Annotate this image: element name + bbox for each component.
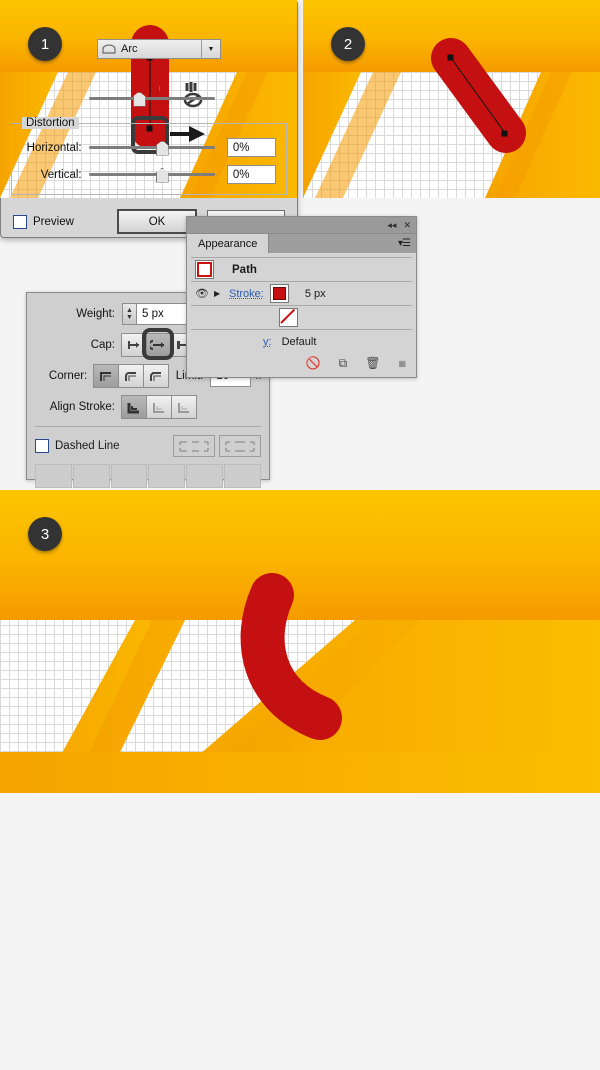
opacity-value: Default — [281, 335, 317, 348]
align-label: Align Stroke: — [49, 401, 115, 413]
corner-button-group[interactable] — [93, 364, 170, 388]
dash-cell[interactable] — [110, 464, 148, 488]
appearance-tabrow: Appearance ▾☰ — [187, 234, 416, 253]
resize-grip-icon[interactable]: ▦ — [398, 359, 406, 368]
distortion-horizontal-slider[interactable] — [88, 140, 215, 156]
appearance-panel[interactable]: ◂◂ ✕ Appearance ▾☰ Path 👁 ▶ Stroke: 5 px — [186, 216, 417, 378]
v-slider-track — [88, 173, 215, 176]
dash-cell[interactable] — [35, 464, 72, 488]
align-center-icon[interactable] — [121, 395, 147, 419]
appearance-opacity-row[interactable]: y: Default — [191, 330, 412, 353]
v-slider-knob[interactable] — [155, 167, 169, 183]
align-button-group[interactable] — [121, 395, 197, 419]
preview-toggle[interactable]: Preview — [13, 214, 74, 229]
stroke-attribute-label[interactable]: Stroke: — [229, 288, 264, 300]
tutorial-stage: 1 2 Weight: ▲▼ 5 px ▼ — [0, 0, 600, 1070]
distortion-vertical-row: Vertical: 0% — [22, 165, 276, 184]
dash-cell[interactable] — [148, 464, 186, 488]
bevel-join-icon[interactable] — [143, 364, 170, 388]
appearance-fill-row[interactable] — [191, 306, 412, 330]
style-value: Arc — [121, 43, 138, 55]
panel-menu-icon[interactable]: ▾☰ — [398, 238, 411, 249]
dashed-line-checkbox[interactable] — [35, 439, 49, 453]
step3-warped-stroke — [240, 573, 342, 740]
distortion-legend: Distortion — [22, 117, 79, 129]
distortion-vertical-input[interactable]: 0% — [226, 165, 276, 184]
dash-gap-inputs[interactable] — [35, 464, 261, 488]
step3-artboard: 3 — [0, 490, 600, 793]
appearance-stroke-row[interactable]: 👁 ▶ Stroke: 5 px — [191, 282, 412, 306]
distortion-section: Distortion Horizontal: 0% Vertical: 0% — [11, 117, 287, 195]
weight-label: Weight: — [76, 308, 115, 320]
miter-join-icon[interactable] — [93, 364, 120, 388]
bend-slider-tick — [158, 85, 160, 91]
object-thumbnail-icon — [195, 260, 214, 279]
visibility-eye-icon[interactable]: 👁 — [195, 287, 209, 300]
close-icon[interactable]: ✕ — [403, 220, 411, 230]
fill-none-swatch-icon[interactable] — [279, 308, 298, 327]
delete-item-icon[interactable]: 🗑 — [365, 356, 380, 370]
dash-cell[interactable] — [186, 464, 224, 488]
dash-cell[interactable] — [72, 464, 110, 488]
round-cap-icon[interactable] — [142, 328, 174, 360]
tab-appearance[interactable]: Appearance — [187, 234, 270, 253]
panel-divider — [35, 426, 261, 427]
step-badge-3: 3 — [28, 517, 62, 551]
corner-label: Corner: — [48, 370, 88, 382]
dashed-line-row: Dashed Line — [35, 435, 261, 457]
style-dropdown-icon[interactable]: ▼ — [201, 40, 220, 58]
collapse-icon[interactable]: ◂◂ — [387, 220, 396, 230]
distortion-vertical-slider[interactable] — [88, 167, 215, 183]
distortion-vertical-label: Vertical: — [40, 168, 82, 181]
stroke-weight-value: 5 px — [304, 287, 326, 300]
stroke-color-swatch[interactable] — [269, 284, 289, 303]
appearance-titlebar: ◂◂ ✕ — [187, 217, 416, 234]
cap-label: Cap: — [90, 339, 115, 351]
ok-button[interactable]: OK — [117, 209, 197, 234]
align-inside-icon[interactable] — [146, 395, 172, 419]
align-outside-icon[interactable] — [171, 395, 197, 419]
bend-slider-track — [88, 97, 215, 100]
dash-preserve-exact-icon[interactable] — [173, 435, 215, 457]
dashed-line-label: Dashed Line — [55, 440, 120, 452]
object-type-label: Path — [232, 263, 257, 276]
distortion-horizontal-input[interactable]: 0% — [226, 138, 276, 157]
cap-selection-highlight — [142, 328, 174, 360]
weight-stepper[interactable]: ▲ ▼ — [122, 303, 136, 325]
appearance-body: Path 👁 ▶ Stroke: 5 px y: Default 🚫 ⧉ 🗑 ▦ — [187, 253, 416, 377]
panel-menu-area: ▾☰ — [269, 234, 416, 253]
h-slider-knob[interactable] — [155, 140, 169, 156]
arc-style-icon — [102, 44, 116, 54]
preview-label: Preview — [33, 215, 74, 228]
align-stroke-row: Align Stroke: — [35, 395, 261, 419]
dash-cell[interactable] — [224, 464, 261, 488]
step-badge-1: 1 — [28, 27, 62, 61]
step2-artboard: 2 — [303, 0, 600, 198]
clear-appearance-icon[interactable]: 🚫 — [306, 356, 321, 370]
bend-slider[interactable] — [88, 85, 215, 107]
dash-adjust-to-fit-icon[interactable] — [219, 435, 261, 457]
appearance-object-row[interactable]: Path — [191, 257, 412, 282]
h-slider-track — [88, 146, 215, 149]
step-badge-2: 2 — [331, 27, 365, 61]
bend-slider-knob[interactable] — [132, 91, 146, 107]
style-select[interactable]: Arc ▼ — [97, 39, 221, 59]
round-join-icon[interactable] — [118, 364, 145, 388]
appearance-footer: 🚫 ⧉ 🗑 ▦ — [191, 353, 412, 373]
distortion-horizontal-row: Horizontal: 0% — [22, 138, 276, 157]
distortion-horizontal-label: Horizontal: — [26, 141, 82, 154]
duplicate-item-icon[interactable]: ⧉ — [339, 356, 348, 371]
opacity-label[interactable]: y: — [263, 336, 272, 348]
expand-triangle-icon[interactable]: ▶ — [214, 289, 223, 298]
preview-checkbox[interactable] — [13, 214, 27, 229]
